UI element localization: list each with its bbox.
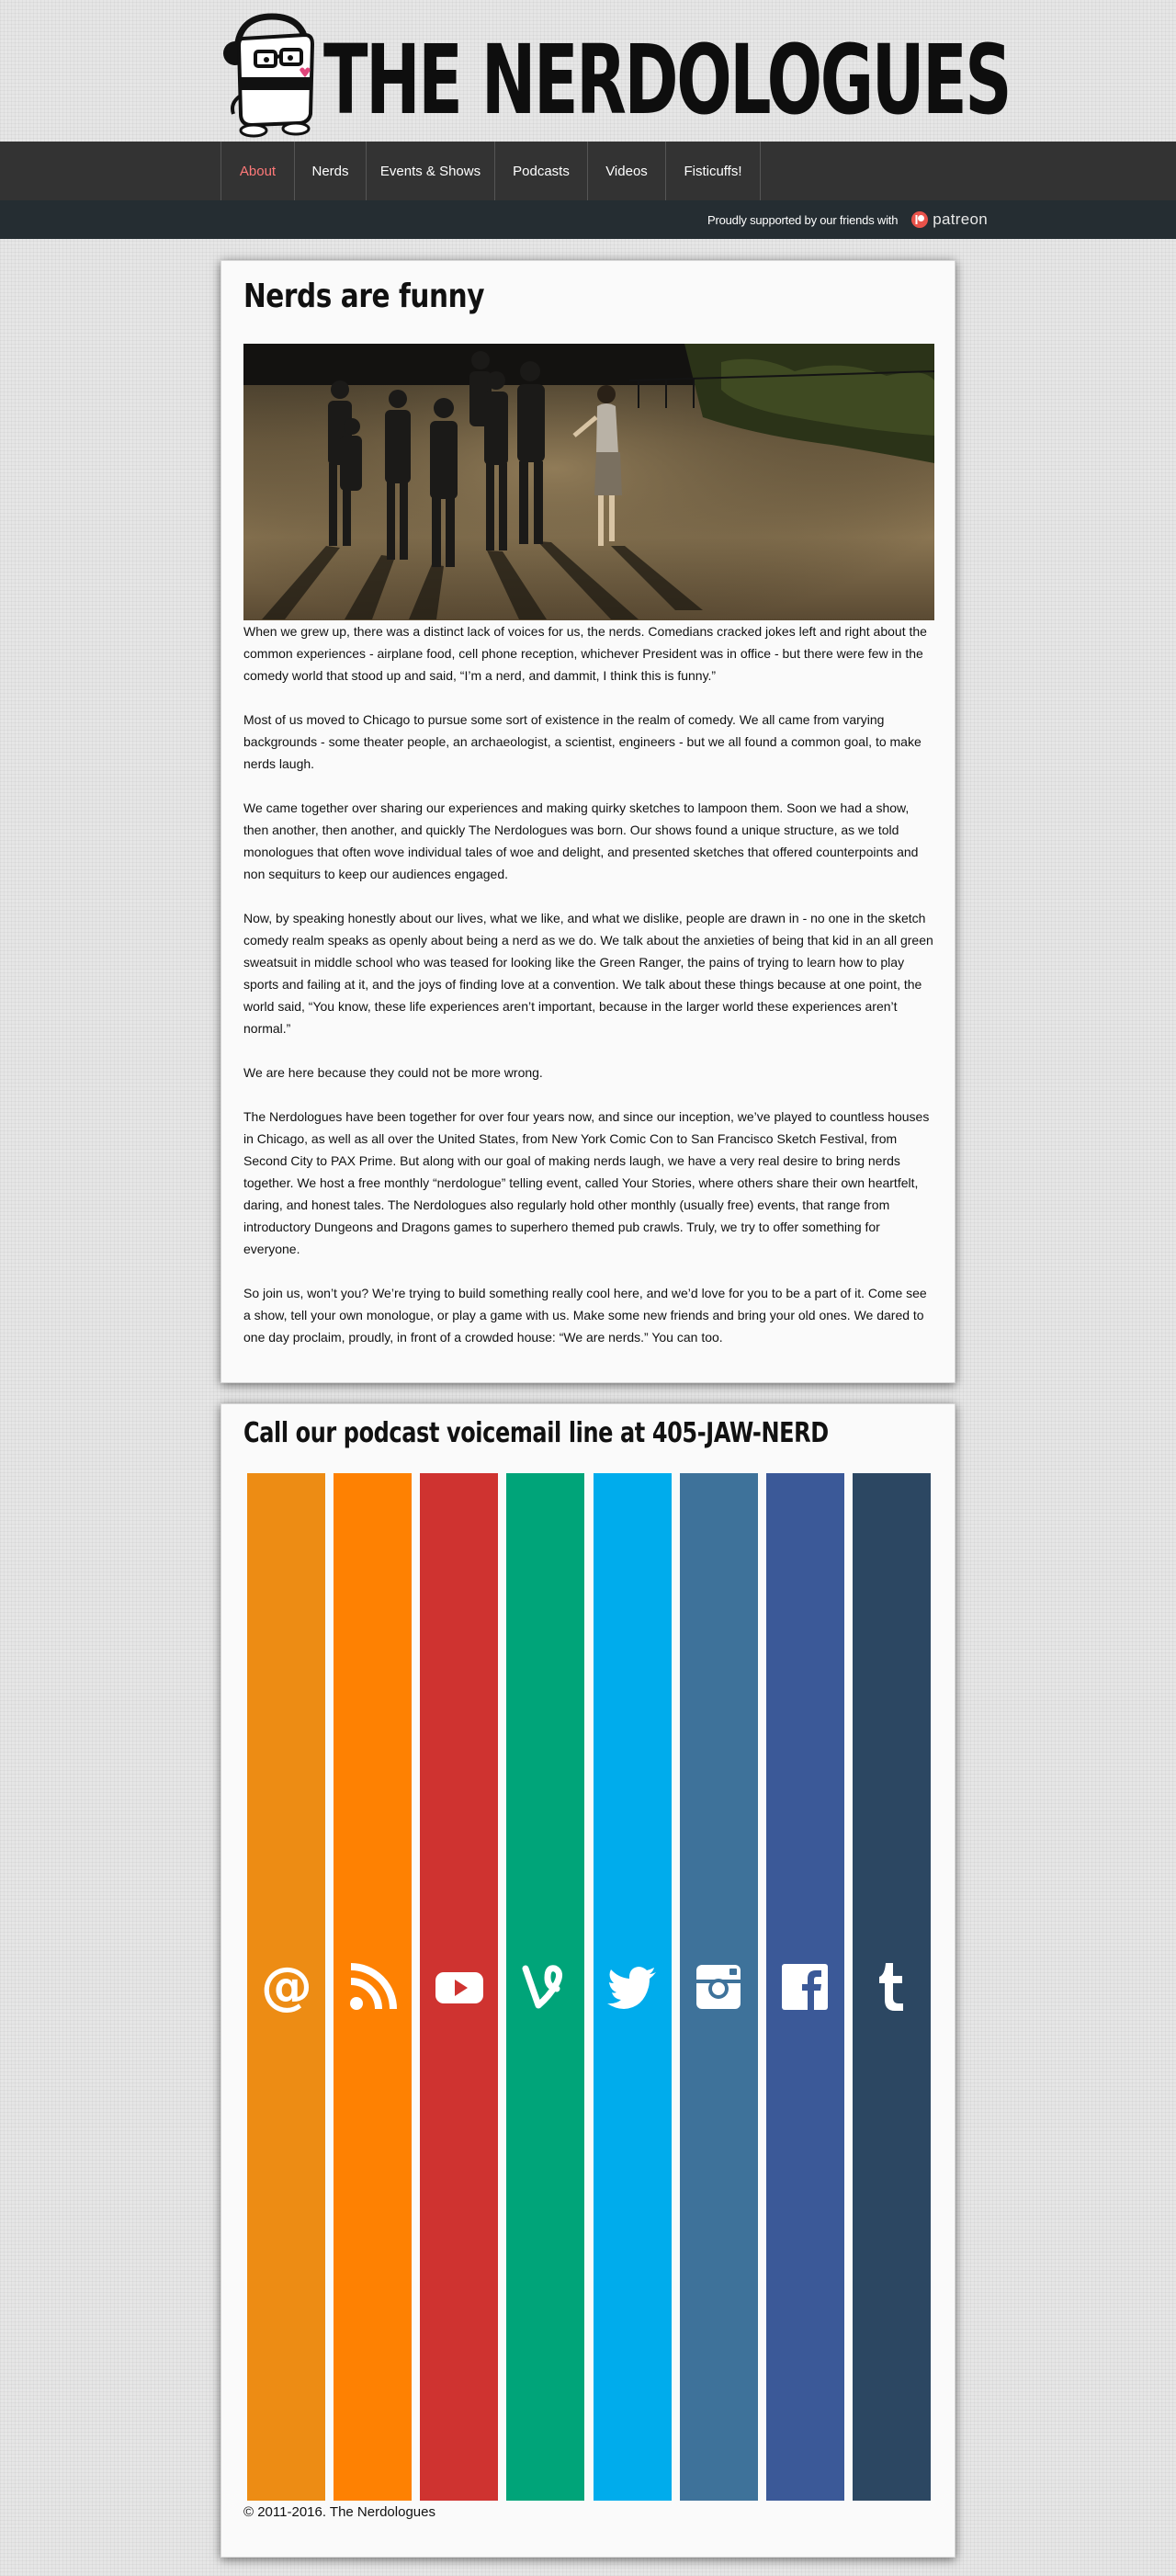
support-bar: Proudly supported by our friends with pa… (0, 200, 1176, 239)
youtube-icon (435, 1972, 483, 2003)
about-paragraph: So join us, won’t you? We’re trying to b… (243, 1286, 927, 1345)
instagram-link[interactable] (679, 1473, 758, 2501)
twitter-link[interactable] (593, 1473, 672, 2501)
about-paragraph: We are here because they could not be mo… (243, 1065, 543, 1080)
about-paragraph: We came together over sharing our experi… (243, 800, 919, 881)
about-paragraph: Most of us moved to Chicago to pursue so… (243, 712, 922, 771)
patreon-link[interactable]: patreon (910, 210, 988, 229)
rss-link[interactable] (334, 1473, 413, 2501)
about-card: Nerds are funny When we grew up, there w… (220, 260, 956, 1383)
instagram-icon (696, 1965, 741, 2009)
mascot-logo-icon (223, 13, 315, 138)
facebook-icon (782, 1964, 829, 2010)
hero-photo (243, 344, 934, 620)
nav-item-videos[interactable]: Videos (587, 142, 665, 200)
site-logo[interactable]: THE NERDOLOGUES (220, 0, 1012, 142)
nav-item-about[interactable]: About (220, 142, 294, 200)
support-text: Proudly supported by our friends with (707, 212, 899, 227)
tumblr-icon (879, 1963, 904, 2011)
nav-item-fisticuffs[interactable]: Fisticuffs! (665, 142, 761, 200)
about-heading: Nerds are funny (243, 278, 485, 315)
about-paragraph: Now, by speaking honestly about our live… (243, 911, 933, 1036)
svg-text:@: @ (261, 1959, 312, 2014)
voicemail-card: Call our podcast voicemail line at 405-J… (220, 1403, 956, 2558)
twitter-icon (607, 1967, 657, 2009)
about-paragraph: When we grew up, there was a distinct la… (243, 624, 927, 683)
copyright-text: © 2011-2016. The Nerdologues (243, 2504, 435, 2520)
rss-icon (349, 1963, 397, 2010)
email-icon: @ (261, 1959, 312, 2014)
tumblr-link[interactable] (852, 1473, 931, 2501)
email-link[interactable]: @ (247, 1473, 325, 2501)
about-article: When we grew up, there was a distinct la… (243, 620, 934, 1370)
patreon-icon (911, 211, 929, 228)
nav-item-events-shows[interactable]: Events & Shows (366, 142, 494, 200)
facebook-link[interactable] (765, 1473, 844, 2501)
nav-item-nerds[interactable]: Nerds (294, 142, 366, 200)
youtube-link[interactable] (420, 1473, 499, 2501)
vine-link[interactable] (506, 1473, 585, 2501)
nav-item-podcasts[interactable]: Podcasts (494, 142, 587, 200)
site-title: THE NERDOLOGUES (323, 24, 1012, 137)
patreon-label: patreon (933, 210, 988, 228)
about-paragraph: The Nerdologues have been together for o… (243, 1109, 930, 1256)
main-navigation: About Nerds Events & Shows Podcasts Vide… (0, 142, 1176, 200)
social-links: @ (247, 1473, 931, 2501)
vine-icon (522, 1965, 562, 2009)
voicemail-heading: Call our podcast voicemail line at 405-J… (243, 1417, 829, 1449)
